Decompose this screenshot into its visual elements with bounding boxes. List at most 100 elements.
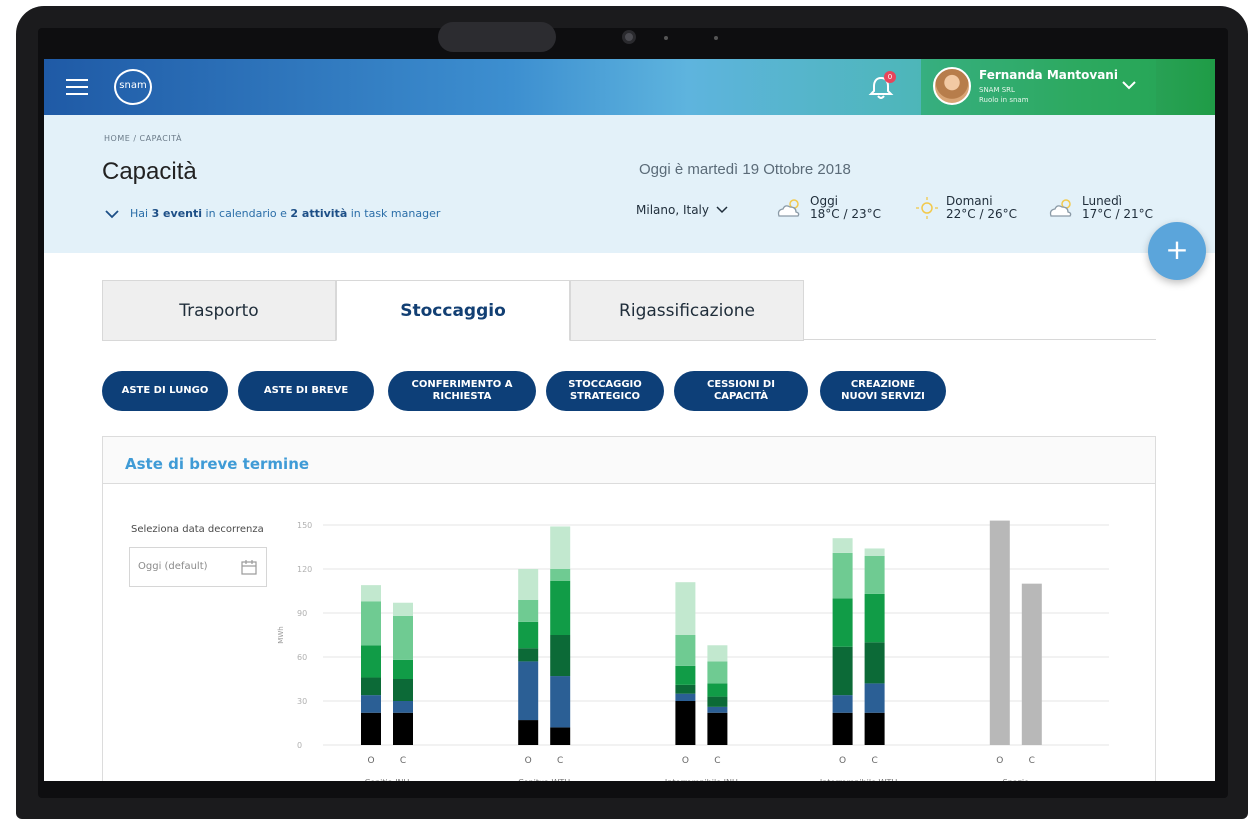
x-sub-label: O: [367, 756, 374, 766]
creazione-nuovi-servizi-button[interactable]: CREAZIONE NUOVI SERVIZI: [820, 371, 946, 411]
bar-segment: [550, 526, 571, 569]
bar-segment: [361, 645, 381, 678]
bar-segment: [518, 621, 539, 649]
bar-segment: [675, 701, 696, 745]
bar-segment: [393, 615, 413, 660]
bar-segment: [518, 569, 539, 600]
date-picker-input[interactable]: Oggi (default): [129, 547, 267, 587]
y-tick-label: 60: [297, 653, 307, 662]
bar-segment: [707, 712, 728, 745]
x-sub-label: C: [557, 756, 563, 766]
tab-rigassificazione[interactable]: Rigassificazione: [570, 280, 804, 341]
add-fab-button[interactable]: +: [1148, 222, 1206, 280]
y-tick-label: 120: [297, 565, 312, 574]
calendar-icon[interactable]: [240, 558, 258, 576]
bar-segment: [550, 569, 571, 581]
y-axis-label: MWh: [277, 626, 285, 643]
x-sub-label: C: [871, 756, 877, 766]
bar-segment: [518, 599, 539, 622]
y-tick-label: 30: [297, 697, 307, 706]
x-group-label: Conitia INU: [365, 778, 410, 781]
bar-segment: [675, 684, 696, 694]
x-sub-label: O: [682, 756, 689, 766]
conferimento-a-richiesta-button[interactable]: CONFERIMENTO A RICHIESTA: [388, 371, 536, 411]
tab-trasporto[interactable]: Trasporto: [102, 280, 336, 341]
bar-segment: [361, 585, 381, 602]
x-group-label: Interrompibile WTH: [820, 778, 898, 781]
bar-segment: [989, 520, 1010, 745]
bar-segment: [393, 659, 413, 679]
breadcrumb[interactable]: HOME / CAPACITÀ: [104, 134, 182, 143]
events-text: Hai 3 eventi in calendario e 2 attività …: [130, 207, 441, 220]
aste-di-lungo-button[interactable]: ASTE DI LUNGO: [102, 371, 228, 411]
bar-segment: [707, 683, 728, 697]
snam-logo[interactable]: snam: [114, 69, 152, 105]
bar-segment: [361, 695, 381, 713]
user-name: Fernanda Mantovani: [979, 68, 1118, 82]
user-role: Ruolo in snam: [979, 96, 1029, 104]
bar-segment: [707, 706, 728, 713]
chevron-down-icon[interactable]: [1121, 79, 1137, 91]
bar-segment: [393, 602, 413, 616]
avatar: [933, 67, 971, 105]
top-navigation-bar: snam 0 Fernanda Mantovani SNAM SRL Ruolo…: [44, 59, 1215, 115]
y-tick-label: 90: [297, 609, 307, 618]
current-date: Oggi è martedì 19 Ottobre 2018: [639, 161, 851, 178]
sun-icon: [916, 197, 938, 219]
bar-segment: [518, 648, 539, 662]
location-label: Milano, Italy: [636, 203, 709, 217]
bar-segment: [518, 661, 539, 721]
user-menu[interactable]: Fernanda Mantovani SNAM SRL Ruolo in sna…: [921, 59, 1156, 115]
y-tick-label: 0: [297, 741, 302, 750]
bar-segment: [361, 677, 381, 696]
bar-segment: [832, 552, 853, 599]
weather-today: Oggi 18°C / 23°C: [774, 195, 881, 221]
tab-stoccaggio[interactable]: Stoccaggio: [336, 280, 570, 341]
stacked-bar-chart: 0 30 60 90 120 150 MWh O C O C O C O C O C Conitia INU Con…: [277, 520, 1109, 781]
bar-segment: [675, 665, 696, 685]
user-company: SNAM SRL: [979, 86, 1015, 94]
indicator-dot: [664, 36, 668, 40]
y-tick-label: 150: [297, 521, 312, 530]
x-sub-label: C: [1029, 756, 1035, 766]
x-group-label: Spazio: [1003, 778, 1029, 781]
bar-segment: [393, 712, 413, 745]
bar-segment: [550, 727, 571, 745]
events-summary[interactable]: Hai 3 eventi in calendario e 2 attività …: [104, 207, 440, 220]
date-label: Seleziona data decorrenza: [131, 524, 264, 535]
bar-segment: [393, 701, 413, 713]
cessioni-di-capacita-button[interactable]: CESSIONI DI CAPACITÀ: [674, 371, 808, 411]
bar-segment: [864, 555, 885, 594]
bar-segment: [361, 601, 381, 646]
bar-segment: [864, 642, 885, 684]
stoccaggio-strategico-button[interactable]: STOCCAGGIO STRATEGICO: [546, 371, 664, 411]
chevron-down-icon[interactable]: [104, 209, 120, 219]
x-sub-label: C: [714, 756, 720, 766]
indicator-dot: [714, 36, 718, 40]
weather-temp: 22°C / 26°C: [946, 207, 1017, 221]
chevron-down-icon[interactable]: [715, 205, 729, 215]
x-sub-label: O: [839, 756, 846, 766]
partly-cloudy-icon: [777, 199, 800, 217]
x-group-label: Conitua WTH: [518, 778, 570, 781]
bar-segment: [832, 695, 853, 713]
page-header: HOME / CAPACITÀ Capacità Hai 3 eventi in…: [44, 115, 1215, 253]
bar-segment: [675, 693, 696, 701]
aste-di-breve-button[interactable]: ASTE DI BREVE: [238, 371, 374, 411]
card-title: Aste di breve termine: [125, 455, 310, 473]
camera-notch: [438, 22, 556, 52]
aste-breve-card: Aste di breve termine Seleziona data dec…: [102, 436, 1156, 781]
x-sub-label: O: [525, 756, 532, 766]
weather-tomorrow: Domani 22°C / 26°C: [914, 195, 1017, 221]
bar-segment: [864, 548, 885, 556]
bar-segment: [393, 679, 413, 701]
date-value: Oggi (default): [138, 561, 208, 572]
bar-segment: [675, 582, 696, 635]
bar-segment: [550, 580, 571, 635]
bar-segment: [1021, 583, 1042, 745]
webcam-icon: [622, 30, 636, 44]
app-screen: snam 0 Fernanda Mantovani SNAM SRL Ruolo…: [44, 59, 1215, 781]
hamburger-menu-icon[interactable]: [66, 79, 88, 95]
location-selector[interactable]: Milano, Italy: [636, 203, 729, 217]
partly-cloudy-icon: [1049, 199, 1072, 217]
